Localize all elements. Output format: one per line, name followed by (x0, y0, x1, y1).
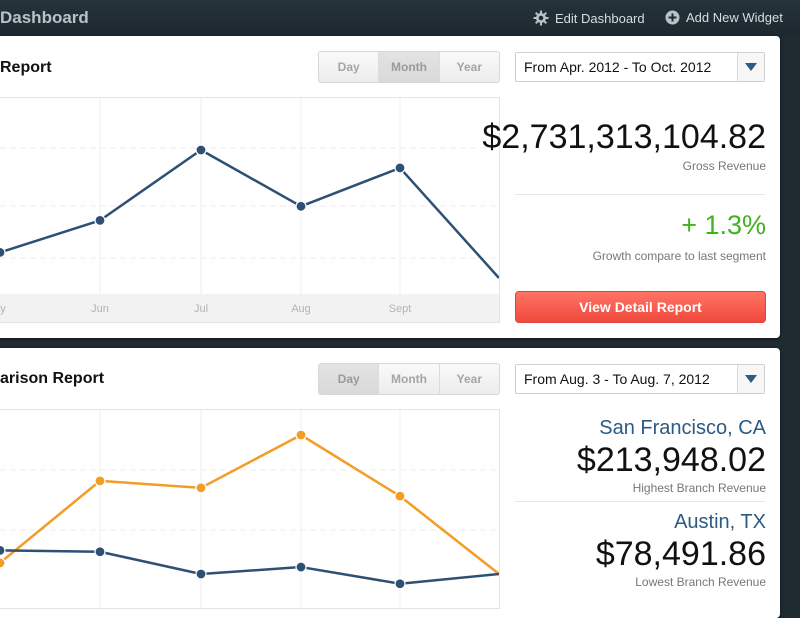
data-point (94, 546, 106, 558)
date-range-value: From Apr. 2012 - To Oct. 2012 (524, 59, 712, 75)
x-tick-label: Sept (389, 303, 412, 315)
data-point (0, 557, 6, 569)
panel-title: arison Report (0, 370, 105, 387)
chevron-down-icon[interactable] (737, 365, 764, 393)
series-line (0, 433, 500, 575)
panel-title: Report (0, 59, 52, 76)
range-toggle: Day Month Year (318, 51, 500, 83)
date-range-select[interactable]: From Apr. 2012 - To Oct. 2012 (515, 52, 765, 82)
date-range-select[interactable]: From Aug. 3 - To Aug. 7, 2012 (515, 364, 765, 394)
data-point (195, 568, 207, 580)
data-point (394, 490, 406, 502)
data-point (94, 475, 106, 487)
data-point (295, 561, 307, 573)
highest-branch-value: $213,948.02 (576, 441, 766, 479)
lowest-branch-label: Lowest Branch Revenue (635, 575, 766, 589)
growth-value: + 1.3% (681, 210, 766, 240)
range-day-button[interactable]: Day (319, 364, 380, 394)
data-point (394, 162, 406, 174)
chevron-down-icon[interactable] (737, 53, 764, 81)
range-toggle: Day Month Year (318, 363, 500, 395)
x-tick-label: Jul (194, 303, 208, 315)
edit-dashboard-label: Edit Dashboard (555, 10, 645, 26)
range-year-button[interactable]: Year (440, 364, 499, 394)
gross-revenue-value: $2,731,313,104.82 (482, 118, 766, 156)
highest-branch-label: Highest Branch Revenue (632, 481, 766, 495)
comparison-report-panel: arison Report Day Month Year From Aug. 3… (0, 348, 780, 618)
data-point (0, 544, 6, 556)
range-year-button[interactable]: Year (440, 52, 499, 82)
x-axis-band (0, 294, 499, 322)
growth-label: Growth compare to last segment (592, 249, 766, 263)
comparison-chart (0, 409, 500, 609)
data-point (295, 200, 307, 212)
lowest-branch-value: $78,491.86 (595, 535, 766, 573)
divider (515, 194, 765, 195)
add-widget-label: Add New Widget (686, 10, 783, 25)
x-tick-label: Aug (291, 303, 311, 315)
top-bar: Dashboard Edit Dashboard Add New Widget (0, 0, 800, 36)
data-point (295, 429, 307, 441)
data-point (394, 578, 406, 590)
gear-icon (533, 10, 549, 26)
lowest-branch-city: Austin, TX (674, 511, 766, 533)
range-month-button[interactable]: Month (379, 364, 440, 394)
view-detail-report-button[interactable]: View Detail Report (515, 291, 766, 323)
comparison-line-chart (0, 410, 500, 608)
data-point (0, 246, 6, 258)
series-line (0, 148, 500, 279)
data-point (94, 214, 106, 227)
range-month-button[interactable]: Month (379, 52, 440, 82)
gross-revenue-label: Gross Revenue (682, 159, 766, 173)
x-tick-label: Jun (91, 303, 109, 315)
range-day-button[interactable]: Day (319, 52, 380, 82)
data-point (195, 482, 207, 494)
revenue-line-chart: ay Jun Jul Aug Sept (0, 98, 500, 322)
series-line (0, 549, 500, 585)
x-tick-label: ay (0, 303, 6, 315)
plus-circle-icon (665, 10, 680, 25)
revenue-chart: ay Jun Jul Aug Sept (0, 97, 500, 323)
highest-branch-city: San Francisco, CA (599, 417, 766, 439)
page-title: Dashboard (0, 8, 89, 27)
add-widget-button[interactable]: Add New Widget (665, 10, 783, 25)
edit-dashboard-button[interactable]: Edit Dashboard (533, 10, 645, 26)
data-point (195, 144, 207, 156)
date-range-value: From Aug. 3 - To Aug. 7, 2012 (524, 371, 710, 387)
divider (515, 501, 765, 502)
revenue-report-panel: Report Day Month Year From Apr. 2012 - T… (0, 36, 780, 338)
